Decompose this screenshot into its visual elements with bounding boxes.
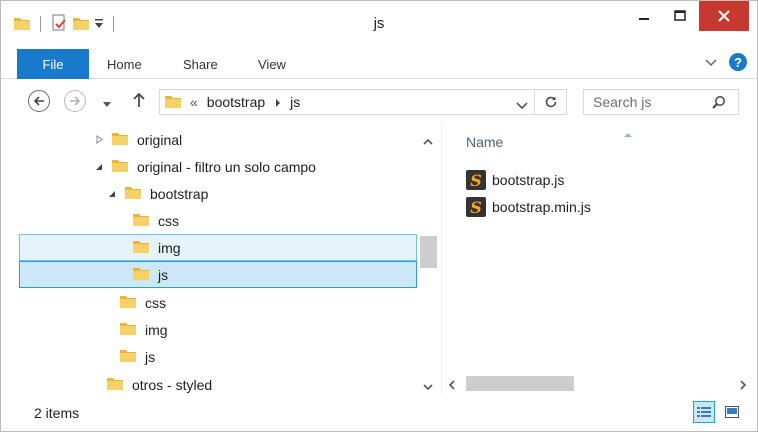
ribbon-controls: ? xyxy=(705,53,747,71)
explorer-window: js File Home Share View ? « bootstrap js… xyxy=(0,0,758,432)
collapse-arrow-icon[interactable] xyxy=(93,161,105,173)
details-view-icon xyxy=(697,407,711,417)
forward-button[interactable] xyxy=(64,90,86,112)
file-item[interactable]: S bootstrap.min.js xyxy=(466,195,591,219)
tab-home[interactable]: Home xyxy=(107,49,142,79)
folder-icon xyxy=(164,93,182,112)
status-bar: 2 items xyxy=(1,395,757,431)
up-button[interactable] xyxy=(132,92,146,111)
folder-icon xyxy=(124,184,142,203)
sublime-text-file-icon: S xyxy=(466,170,486,190)
tree-item-label: css xyxy=(158,212,179,229)
navigation-pane: original original - filtro un solo campo… xyxy=(1,123,441,395)
tree-item-label: img xyxy=(158,239,181,256)
folder-icon xyxy=(111,157,129,176)
search-input[interactable] xyxy=(584,94,704,110)
sort-ascending-icon xyxy=(624,125,632,140)
maximize-button[interactable] xyxy=(665,1,695,31)
folder-icon xyxy=(119,320,137,339)
folder-icon xyxy=(132,211,150,230)
navigation-bar: « bootstrap js xyxy=(1,81,757,121)
tree-item[interactable]: original - filtro un solo campo xyxy=(19,153,417,180)
tree-item[interactable]: img xyxy=(19,316,417,343)
folder-icon xyxy=(132,265,150,284)
scroll-left-icon[interactable] xyxy=(448,378,455,393)
collapse-arrow-icon[interactable] xyxy=(106,188,118,200)
file-name: bootstrap.min.js xyxy=(492,199,591,215)
maximize-icon xyxy=(674,10,686,21)
scrollbar-thumb[interactable] xyxy=(420,236,437,268)
recent-locations-button[interactable] xyxy=(102,97,112,112)
arrow-up-icon xyxy=(133,92,145,107)
folder-icon xyxy=(111,130,129,149)
arrow-right-icon xyxy=(70,96,81,106)
tab-share[interactable]: Share xyxy=(183,49,218,79)
tree-item-selected[interactable]: js xyxy=(19,261,417,288)
search-icon[interactable] xyxy=(712,95,726,112)
minimize-icon xyxy=(639,18,649,20)
address-history-button[interactable] xyxy=(516,98,528,113)
breadcrumb-overflow[interactable]: « xyxy=(190,94,198,110)
tree-item-label: original xyxy=(137,131,183,148)
tree-item-label: css xyxy=(145,294,166,311)
large-icons-view-button[interactable] xyxy=(721,401,743,423)
file-item[interactable]: S bootstrap.js xyxy=(466,168,564,192)
tree-item-label: original - filtro un solo campo xyxy=(137,158,316,175)
sublime-text-file-icon: S xyxy=(466,197,486,217)
details-view-button[interactable] xyxy=(693,401,715,423)
tab-view[interactable]: View xyxy=(258,49,286,79)
expand-ribbon-icon[interactable] xyxy=(705,55,717,70)
tree-item-label: js xyxy=(145,348,156,365)
scroll-right-icon[interactable] xyxy=(740,378,747,393)
file-list-pane: Name S bootstrap.js S bootstrap.min.js xyxy=(441,123,757,395)
breadcrumb-separator-icon[interactable] xyxy=(275,95,281,110)
tree-item-label: bootstrap xyxy=(150,185,209,202)
tab-file[interactable]: File xyxy=(17,49,89,79)
folder-icon xyxy=(119,293,137,312)
breadcrumb-item[interactable]: js xyxy=(290,94,300,110)
tree-item[interactable]: otros - styled xyxy=(19,371,417,398)
tree-item[interactable]: css xyxy=(19,289,417,316)
help-icon[interactable]: ? xyxy=(729,53,747,71)
refresh-button[interactable] xyxy=(544,95,558,112)
address-divider xyxy=(534,90,535,114)
item-count: 2 items xyxy=(34,405,80,421)
expand-arrow-icon[interactable] xyxy=(93,134,105,146)
scrollbar-thumb[interactable] xyxy=(466,376,574,391)
minimize-button[interactable] xyxy=(629,1,659,31)
nav-pane-scrollbar[interactable] xyxy=(418,123,440,395)
search-box xyxy=(583,89,739,115)
tree-item[interactable]: css xyxy=(19,207,417,234)
file-list-scrollbar[interactable] xyxy=(442,373,758,393)
tree-item[interactable]: js xyxy=(19,343,417,370)
back-button[interactable] xyxy=(28,90,50,112)
large-icons-view-icon xyxy=(725,406,739,418)
folder-icon xyxy=(106,375,124,394)
tree-item[interactable]: original xyxy=(19,126,417,153)
scroll-down-icon[interactable] xyxy=(423,379,433,394)
chevron-down-icon xyxy=(516,102,528,110)
folder-icon xyxy=(132,238,150,257)
column-header-name[interactable]: Name xyxy=(466,134,503,150)
refresh-icon xyxy=(545,96,557,108)
folder-icon xyxy=(119,347,137,366)
tree-item-label: img xyxy=(145,321,168,338)
ribbon-tabs: File Home Share View ? xyxy=(1,45,757,79)
title-bar: js xyxy=(1,1,757,43)
arrow-left-icon xyxy=(33,96,44,106)
close-icon xyxy=(718,10,730,22)
address-bar[interactable]: « bootstrap js xyxy=(159,89,567,115)
tree-item-label: js xyxy=(158,266,169,283)
file-name: bootstrap.js xyxy=(492,172,565,188)
tree-item[interactable]: bootstrap xyxy=(19,180,417,207)
close-button[interactable] xyxy=(699,1,749,31)
tree-item-label: otros - styled xyxy=(132,376,213,393)
breadcrumb-item[interactable]: bootstrap xyxy=(207,94,265,110)
scroll-up-icon[interactable] xyxy=(423,133,433,148)
chevron-down-icon xyxy=(103,102,111,107)
tree-item-hovered[interactable]: img xyxy=(19,234,417,261)
